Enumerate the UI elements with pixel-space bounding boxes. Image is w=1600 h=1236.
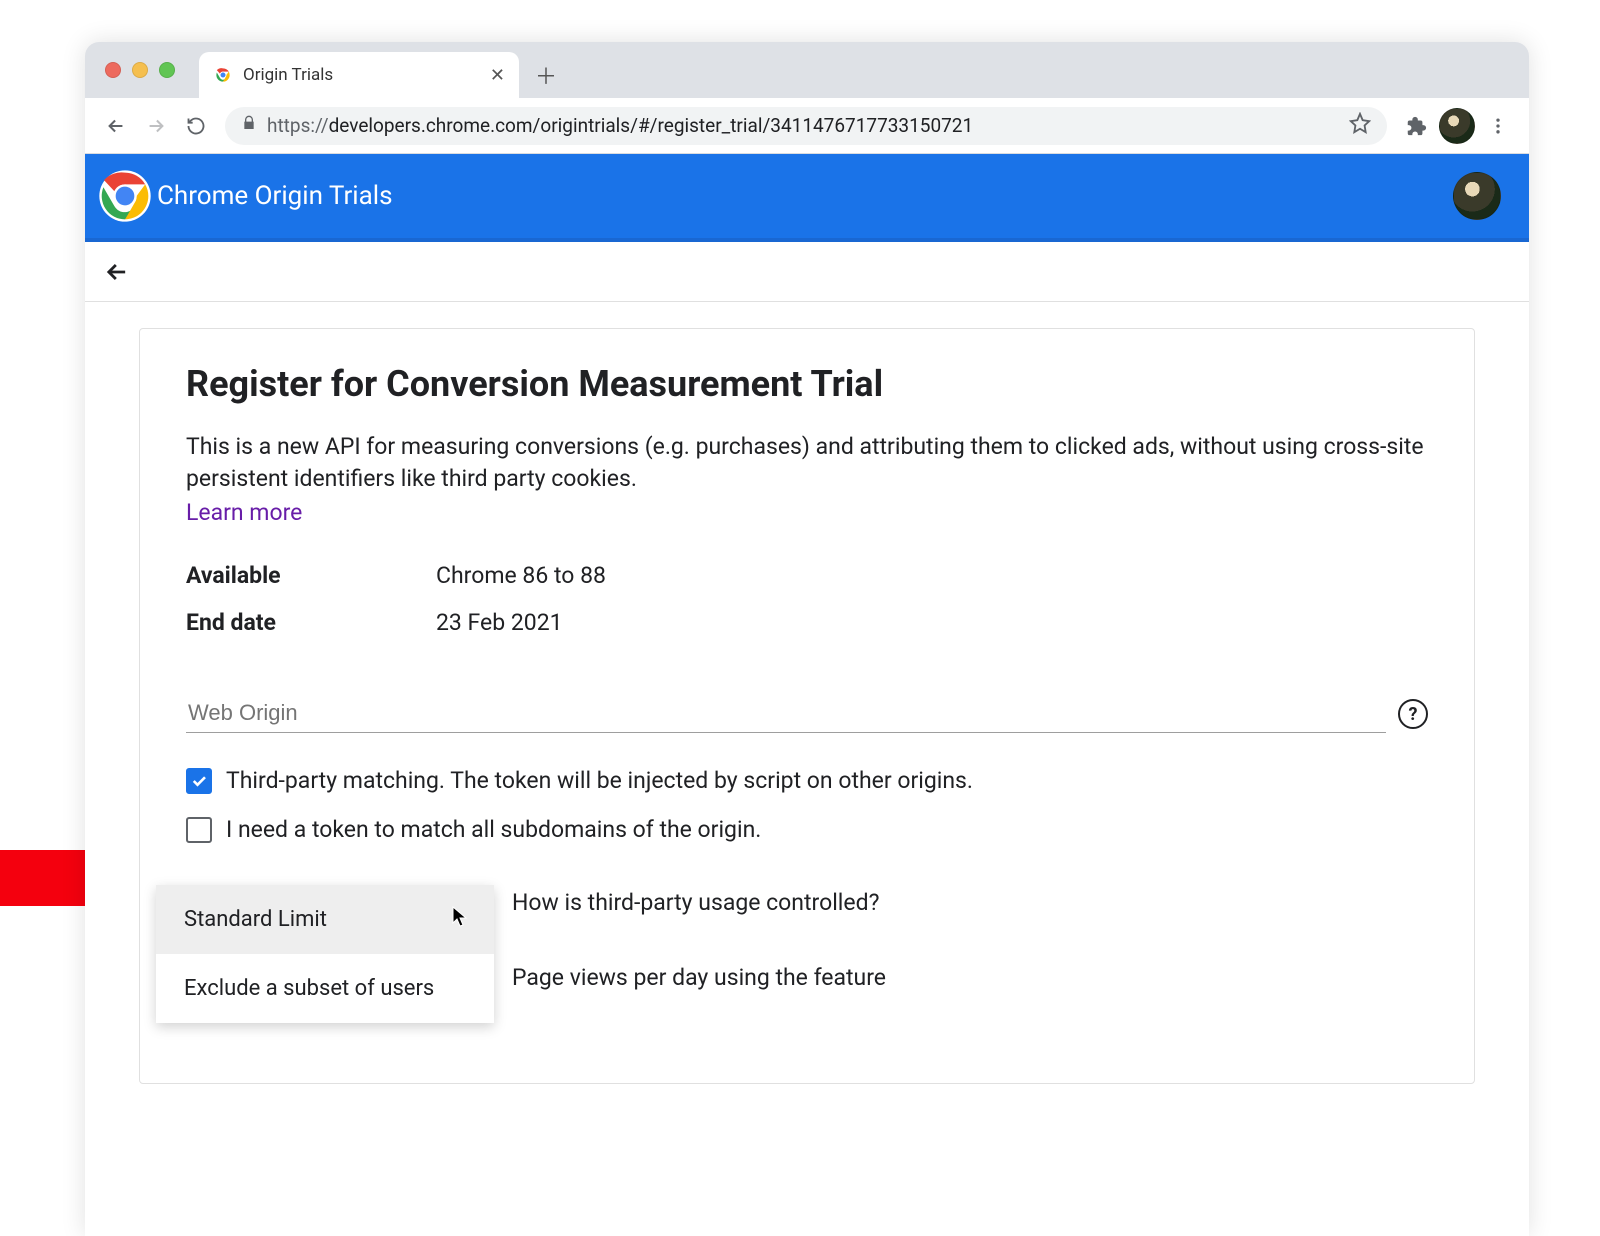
meta-available: Available Chrome 86 to 88 [186, 552, 1428, 599]
page-description: This is a new API for measuring conversi… [186, 431, 1428, 495]
pageviews-label: Page views per day using the feature [512, 964, 886, 991]
new-tab-button[interactable]: ＋ [531, 60, 561, 90]
end-date-value: 23 Feb 2021 [436, 609, 563, 636]
chrome-favicon-icon [213, 65, 233, 85]
learn-more-link[interactable]: Learn more [186, 499, 302, 526]
nav-reload-button[interactable] [179, 109, 213, 143]
browser-tab[interactable]: Origin Trials ✕ [199, 52, 519, 98]
window-maximize-button[interactable] [159, 62, 175, 78]
subdomains-label: I need a token to match all subdomains o… [226, 816, 761, 843]
page-back-button[interactable] [97, 252, 137, 292]
tab-title: Origin Trials [243, 65, 480, 85]
third-party-label: Third-party matching. The token will be … [226, 767, 973, 794]
usage-question-label: How is third-party usage controlled? [512, 885, 886, 916]
window-minimize-button[interactable] [132, 62, 148, 78]
web-origin-input[interactable] [186, 694, 1386, 733]
nav-forward-button[interactable] [139, 109, 173, 143]
usage-limit-dropdown[interactable]: Standard Limit Exclude a subset of users [156, 885, 494, 1023]
help-icon[interactable]: ? [1398, 699, 1428, 729]
registration-card: Register for Conversion Measurement Tria… [139, 328, 1475, 1084]
subdomains-checkbox[interactable] [186, 817, 212, 843]
lock-icon [241, 114, 257, 137]
browser-menu-button[interactable] [1481, 109, 1515, 143]
subdomains-checkbox-row: I need a token to match all subdomains o… [186, 816, 1428, 843]
extensions-button[interactable] [1399, 109, 1433, 143]
url-text: https://developers.chrome.com/origintria… [267, 114, 973, 137]
app-profile-avatar[interactable] [1453, 172, 1501, 220]
page-heading: Register for Conversion Measurement Tria… [186, 363, 1428, 405]
end-date-label: End date [186, 609, 436, 636]
dropdown-option-exclude[interactable]: Exclude a subset of users [156, 954, 494, 1023]
address-bar[interactable]: https://developers.chrome.com/origintria… [225, 107, 1387, 145]
third-party-checkbox-row: Third-party matching. The token will be … [186, 767, 1428, 794]
window-close-button[interactable] [105, 62, 121, 78]
tab-close-icon[interactable]: ✕ [490, 65, 505, 86]
profile-avatar[interactable] [1439, 108, 1475, 144]
app-header: Chrome Origin Trials [85, 154, 1529, 242]
third-party-checkbox[interactable] [186, 768, 212, 794]
bookmark-star-icon[interactable] [1349, 112, 1371, 139]
meta-end-date: End date 23 Feb 2021 [186, 599, 1428, 646]
dropdown-option-standard[interactable]: Standard Limit [156, 885, 494, 954]
app-title: Chrome Origin Trials [157, 181, 393, 211]
cursor-icon [452, 906, 468, 934]
available-label: Available [186, 562, 436, 589]
browser-toolbar: https://developers.chrome.com/origintria… [85, 98, 1529, 154]
nav-back-button[interactable] [99, 109, 133, 143]
window-controls [105, 62, 199, 98]
available-value: Chrome 86 to 88 [436, 562, 606, 589]
chrome-logo-icon [97, 168, 153, 224]
page-subheader [85, 242, 1529, 302]
browser-window: Origin Trials ✕ ＋ https://developers.chr… [85, 42, 1529, 1236]
browser-tabstrip: Origin Trials ✕ ＋ [85, 42, 1529, 98]
